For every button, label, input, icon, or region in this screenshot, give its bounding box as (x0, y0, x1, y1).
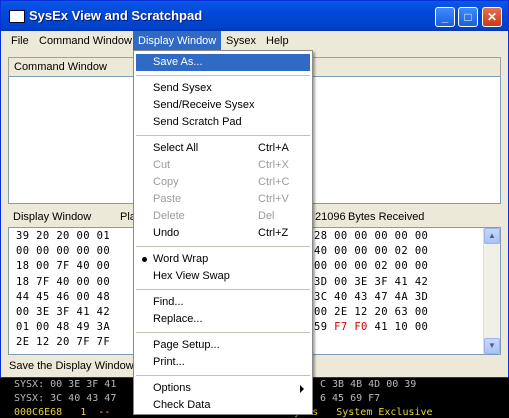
menu-item-send-scratch-pad[interactable]: Send Scratch Pad (136, 114, 310, 131)
minimize-button[interactable]: _ (435, 7, 455, 27)
menu-item-shortcut: Ctrl+V (258, 193, 289, 205)
app-icon (9, 10, 25, 23)
menu-item-paste: Paste Ctrl+V (136, 191, 310, 208)
menu-item-print[interactable]: Print... (136, 354, 310, 371)
console-line: 6 45 69 F7 (320, 393, 381, 404)
menu-item-label: Undo (153, 227, 180, 239)
menu-item-cut: Cut Ctrl+X (136, 157, 310, 174)
menu-item-label: Find... (153, 296, 184, 308)
menu-item-send-receive-sysex[interactable]: Send/Receive Sysex (136, 97, 310, 114)
menu-item-delete: Delete Del (136, 208, 310, 225)
console-line: SYSX: 00 3E 3F 41 (14, 379, 117, 390)
menu-item-shortcut: Del (258, 210, 275, 222)
hex-row-right: 3C 40 43 47 4A 3D (314, 290, 429, 303)
menu-item-shortcut: Ctrl+Z (258, 227, 289, 239)
scroll-down-arrow-icon[interactable]: ▼ (484, 338, 500, 354)
menu-item-label: Options (153, 382, 191, 394)
menu-separator (136, 375, 310, 376)
menu-item-find[interactable]: Find... (136, 294, 310, 311)
menu-item-label: Check Data (153, 399, 211, 411)
menu-item-label: Send Scratch Pad (153, 116, 242, 128)
hex-row-left: 39 20 20 00 01 (16, 230, 111, 242)
console-line: SYSX: 3C 40 43 47 (14, 393, 117, 404)
hex-row-right: 00 00 00 02 00 00 (314, 260, 429, 273)
bytes-count: 21096 (315, 211, 346, 223)
menu-item-label: Send/Receive Sysex (153, 99, 255, 111)
submenu-arrow-icon (300, 385, 304, 393)
menu-sysex[interactable]: Sysex (221, 31, 261, 51)
menu-separator (136, 75, 310, 76)
console-line: 000C6E68 1 -- (14, 407, 111, 418)
display-window-label: Display Window (13, 211, 92, 223)
hex-sysex-marker: F7 F0 (334, 321, 368, 334)
menu-item-label: Send Sysex (153, 82, 212, 94)
menu-separator (136, 135, 310, 136)
menu-item-page-setup[interactable]: Page Setup... (136, 337, 310, 354)
menu-item-select-all[interactable]: Select All Ctrl+A (136, 140, 310, 157)
menu-item-label: Hex View Swap (153, 270, 230, 282)
hex-row-right: 28 00 00 00 00 00 (314, 230, 429, 242)
menu-file[interactable]: File (6, 31, 34, 51)
console-line: C 3B 4B 4D 00 39 (320, 379, 417, 390)
menu-item-shortcut: Ctrl+X (258, 159, 289, 171)
title-bar[interactable]: SysEx View and Scratchpad _ □ ✕ (1, 1, 508, 31)
menu-item-label: Page Setup... (153, 339, 220, 351)
menu-display-window[interactable]: Display Window (133, 31, 222, 51)
menu-item-shortcut: Ctrl+C (258, 176, 290, 188)
close-button[interactable]: ✕ (482, 7, 502, 27)
hex-row-left: 44 45 46 00 48 (16, 290, 111, 303)
window-title: SysEx View and Scratchpad (29, 8, 203, 23)
bytes-label: Bytes Received (348, 211, 425, 223)
menu-item-check-data[interactable]: Check Data (136, 397, 310, 414)
menu-item-label: Paste (153, 193, 182, 205)
menu-item-word-wrap[interactable]: Word Wrap (136, 251, 310, 268)
menu-item-replace[interactable]: Replace... (136, 311, 310, 328)
menu-item-save-as[interactable]: Save As... (136, 54, 310, 71)
menu-item-label: Print... (153, 356, 185, 368)
menu-separator (136, 246, 310, 247)
display-window-menu-dropdown: Save As... Send Sysex Send/Receive Sysex Se… (133, 50, 313, 415)
hex-row-right: 40 00 00 00 02 00 (314, 245, 429, 258)
hex-row-right: 3D 00 3E 3F 41 42 (314, 275, 429, 288)
menu-item-label: Word Wrap (153, 253, 209, 265)
hex-row-left: 18 7F 40 00 00 (16, 275, 111, 288)
hex-row-left: 00 00 00 00 00 (16, 245, 111, 258)
menu-item-copy: Copy Ctrl+C (136, 174, 310, 191)
menu-item-label: Select All (153, 142, 199, 154)
vertical-scrollbar[interactable]: ▲ ▼ (483, 228, 500, 354)
menu-item-label: Copy (153, 176, 179, 188)
menu-item-label: Cut (153, 159, 171, 171)
hex-row-left: 01 00 48 49 3A (16, 321, 111, 334)
hex-row-right: 59 F7 F0 41 10 00 (314, 321, 429, 334)
hex-row-left: 2E 12 20 7F 7F (16, 336, 111, 349)
menu-item-label: Delete (153, 210, 185, 222)
menu-item-label: Replace... (153, 313, 203, 325)
menu-item-options[interactable]: Options (136, 380, 310, 397)
maximize-button[interactable]: □ (458, 7, 478, 27)
menu-bar: File Command Window Display Window Sysex… (1, 31, 508, 51)
menu-separator (136, 332, 310, 333)
menu-item-send-sysex[interactable]: Send Sysex (136, 80, 310, 97)
radio-bullet-icon (142, 257, 147, 262)
hex-row-left: 18 00 7F 40 00 (16, 260, 111, 273)
menu-item-shortcut: Ctrl+A (258, 142, 289, 154)
menu-item-hex-view-swap[interactable]: Hex View Swap (136, 268, 310, 285)
menu-item-label: Save As... (153, 56, 203, 68)
scroll-up-arrow-icon[interactable]: ▲ (484, 228, 500, 244)
menu-help[interactable]: Help (261, 31, 294, 51)
menu-item-undo[interactable]: Undo Ctrl+Z (136, 225, 310, 242)
hex-row-left: 00 3E 3F 41 42 (16, 306, 111, 318)
menu-command-window[interactable]: Command Window (34, 31, 137, 51)
menu-separator (136, 289, 310, 290)
hex-row-right: 00 2E 12 20 63 00 (314, 306, 429, 318)
